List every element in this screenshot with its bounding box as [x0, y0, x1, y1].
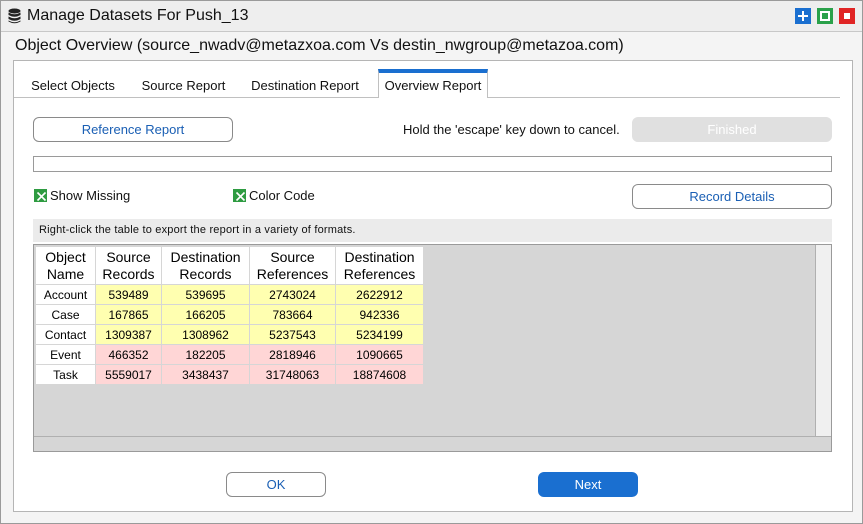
report-table-area[interactable]: Object Name Source Records Destination Reco…	[33, 244, 832, 452]
show-missing-label: Show Missing	[50, 188, 131, 203]
cell-destination-records: 3438437	[161, 364, 250, 385]
cell-destination-records: 539695	[161, 284, 250, 305]
cell-source-records: 167865	[95, 304, 162, 325]
object-overview-heading: Object Overview (source_nwadv@metazxoa.c…	[15, 37, 624, 54]
progress-bar	[33, 156, 832, 172]
overview-report-table[interactable]: Object Name Source Records Destination Reco…	[35, 246, 424, 385]
table-header-row: Object Name Source Records Destination Reco…	[35, 246, 424, 285]
table-row[interactable]: Account 539489 539695 2743024 2622912	[35, 284, 424, 305]
database-icon	[8, 8, 21, 24]
cell-source-references: 783664	[249, 304, 336, 325]
color-code-checkbox[interactable]: Color Code	[233, 188, 333, 203]
cell-object-name: Task	[35, 364, 96, 385]
close-icon[interactable]	[839, 8, 855, 24]
record-details-button[interactable]: Record Details	[632, 184, 832, 209]
cell-destination-records: 1308962	[161, 324, 250, 345]
cell-source-references: 5237543	[249, 324, 336, 345]
table-row[interactable]: Event 466352 182205 2818946 1090665	[35, 344, 424, 365]
window-title: Manage Datasets For Push_13	[27, 7, 249, 24]
escape-hint: Hold the 'escape' key down to cancel.	[403, 122, 620, 137]
cell-destination-records: 166205	[161, 304, 250, 325]
maximize-icon[interactable]	[817, 8, 833, 24]
cell-destination-references: 942336	[335, 304, 424, 325]
cell-destination-references: 1090665	[335, 344, 424, 365]
next-button[interactable]: Next	[538, 472, 638, 497]
reference-report-button[interactable]: Reference Report	[33, 117, 233, 142]
cell-source-references: 2818946	[249, 344, 336, 365]
cell-destination-references: 5234199	[335, 324, 424, 345]
column-header-object-name[interactable]: Object Name	[35, 246, 96, 285]
cell-source-records: 1309387	[95, 324, 162, 345]
cell-source-references: 31748063	[249, 364, 336, 385]
checkbox-checked-icon	[34, 189, 47, 202]
column-header-source-records[interactable]: Source Records	[95, 246, 162, 285]
column-header-destination-records[interactable]: Destination Records	[161, 246, 250, 285]
cell-destination-references: 18874608	[335, 364, 424, 385]
title-bar: Manage Datasets For Push_13	[1, 1, 862, 32]
tab-overview-report[interactable]: Overview Report	[378, 69, 488, 98]
cell-object-name: Event	[35, 344, 96, 365]
ok-button[interactable]: OK	[226, 472, 326, 497]
color-code-label: Color Code	[249, 188, 315, 203]
tab-source-report[interactable]: Source Report	[135, 69, 232, 98]
cell-source-records: 5559017	[95, 364, 162, 385]
cell-source-records: 466352	[95, 344, 162, 365]
cell-source-records: 539489	[95, 284, 162, 305]
vertical-scrollbar[interactable]	[815, 245, 831, 437]
cell-destination-references: 2622912	[335, 284, 424, 305]
finished-button[interactable]: Finished	[632, 117, 832, 142]
cell-object-name: Account	[35, 284, 96, 305]
table-row[interactable]: Case 167865 166205 783664 942336	[35, 304, 424, 325]
horizontal-scrollbar[interactable]	[34, 436, 831, 451]
cell-object-name: Contact	[35, 324, 96, 345]
cell-destination-records: 182205	[161, 344, 250, 365]
show-missing-checkbox[interactable]: Show Missing	[34, 188, 144, 203]
cell-object-name: Case	[35, 304, 96, 325]
checkbox-checked-icon	[233, 189, 246, 202]
tab-select-objects[interactable]: Select Objects	[18, 69, 128, 98]
table-row[interactable]: Contact 1309387 1308962 5237543 5234199	[35, 324, 424, 345]
cell-source-references: 2743024	[249, 284, 336, 305]
table-row[interactable]: Task 5559017 3438437 31748063 18874608	[35, 364, 424, 385]
export-hint: Right-click the table to export the repo…	[33, 219, 832, 242]
column-header-destination-references[interactable]: Destination References	[335, 246, 424, 285]
add-icon[interactable]	[795, 8, 811, 24]
tab-destination-report[interactable]: Destination Report	[244, 69, 366, 98]
manage-datasets-window: Manage Datasets For Push_13 Object Overv…	[0, 0, 863, 524]
column-header-source-references[interactable]: Source References	[249, 246, 336, 285]
